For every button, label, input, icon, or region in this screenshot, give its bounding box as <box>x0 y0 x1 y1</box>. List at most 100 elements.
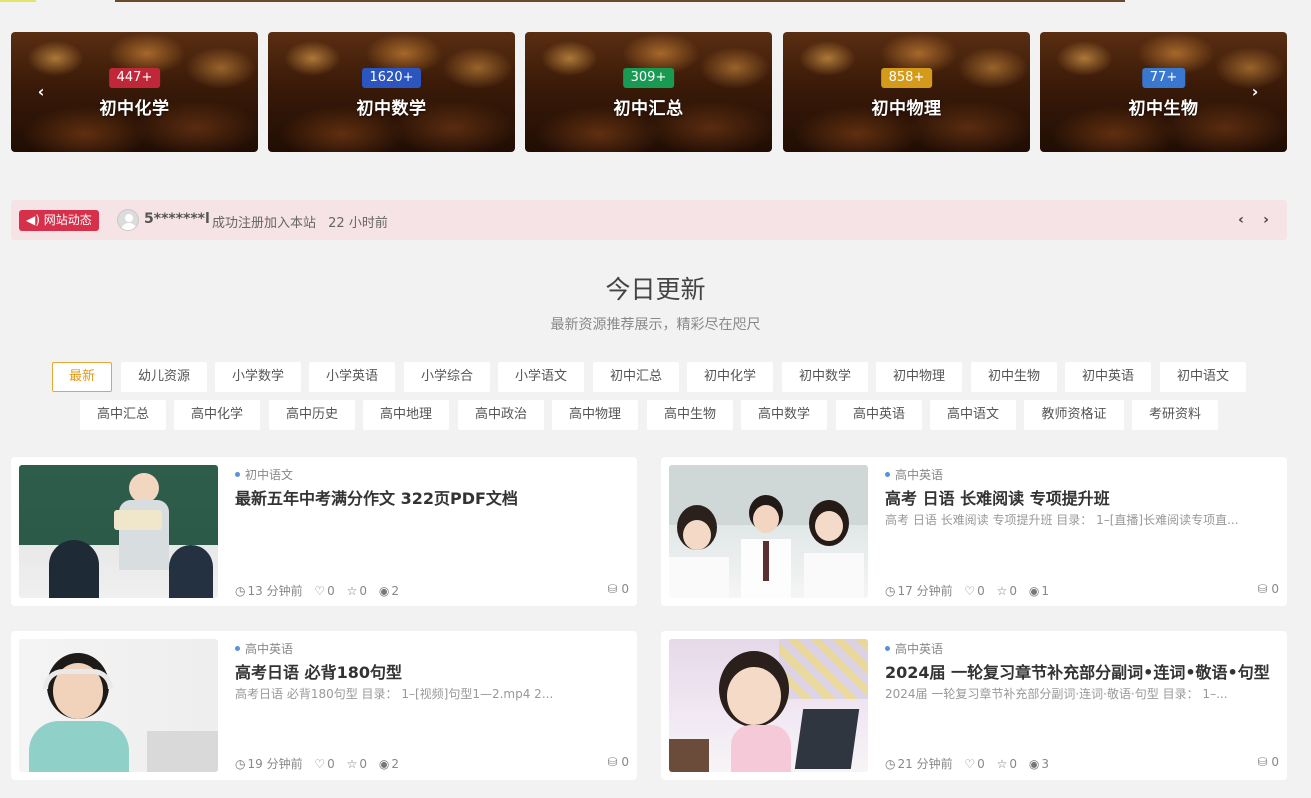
post-meta: ◷ 17 分钟前 ♡ 0 ☆ 0 ◉ 1 <box>885 582 1057 599</box>
tab-junior-summary[interactable]: 初中汇总 <box>593 362 679 392</box>
category-count-badge: 447+ <box>108 68 161 88</box>
tab-senior-biology[interactable]: 高中生物 <box>647 400 733 430</box>
heart-icon[interactable]: ♡ <box>314 757 325 771</box>
carousel-prev-icon[interactable]: ‹ <box>31 82 51 102</box>
post-thumbnail[interactable] <box>669 465 868 598</box>
post-coins: ⛁ 0 <box>607 755 629 769</box>
category-card-math[interactable]: 1620+ 初中数学 <box>268 32 515 152</box>
post-description: 高考 日语 长难阅读 专项提升班 目录： 1–[直播]长难阅读专项直... <box>885 513 1239 527</box>
tab-postgrad[interactable]: 考研资料 <box>1132 400 1218 430</box>
post-coins: ⛁ 0 <box>1257 582 1279 596</box>
post-category[interactable]: 高中英语 <box>885 640 943 657</box>
heart-icon[interactable]: ♡ <box>964 757 975 771</box>
tab-primary-math[interactable]: 小学数学 <box>215 362 301 392</box>
top-banner-edge <box>0 0 1311 3</box>
section-subtitle: 最新资源推荐展示，精彩尽在咫尺 <box>550 317 761 333</box>
tab-latest[interactable]: 最新 <box>52 362 112 392</box>
post-description: 2024届 一轮复习章节补充部分副词·连词·敬语·句型 目录： 1–... <box>885 687 1228 701</box>
post-coin-count: 0 <box>621 755 629 769</box>
category-title: 初中物理 <box>871 99 942 119</box>
tab-junior-chinese[interactable]: 初中语文 <box>1160 362 1246 392</box>
tab-junior-chemistry[interactable]: 初中化学 <box>687 362 773 392</box>
star-icon[interactable]: ☆ <box>997 584 1008 598</box>
category-count-badge: 309+ <box>622 68 675 88</box>
avatar[interactable] <box>117 209 139 231</box>
post-card[interactable]: 高中英语 高考日语 必背180句型 高考日语 必背180句型 目录： 1–[视频… <box>11 631 637 780</box>
post-description: 高考日语 必背180句型 目录： 1–[视频]句型1—2.mp4 2... <box>235 687 554 701</box>
tab-junior-physics[interactable]: 初中物理 <box>876 362 962 392</box>
tab-primary-chinese[interactable]: 小学语文 <box>498 362 584 392</box>
notice-next-icon[interactable]: › <box>1258 210 1274 230</box>
category-count-badge: 858+ <box>880 68 933 88</box>
category-card-summary[interactable]: 309+ 初中汇总 <box>525 32 772 152</box>
post-coins: ⛁ 0 <box>607 582 629 596</box>
post-stars: 0 <box>359 757 368 771</box>
section-title: 今日更新 <box>605 275 706 304</box>
post-likes: 0 <box>327 584 335 598</box>
tab-teacher-cert[interactable]: 教师资格证 <box>1024 400 1124 430</box>
tab-senior-summary[interactable]: 高中汇总 <box>80 400 166 430</box>
post-time: 19 分钟前 <box>247 757 303 771</box>
post-coin-count: 0 <box>1271 582 1279 596</box>
category-count-badge: 77+ <box>1141 68 1186 88</box>
tab-senior-chemistry[interactable]: 高中化学 <box>174 400 260 430</box>
post-card[interactable]: 初中语文 最新五年中考满分作文 322页PDF文档 ◷ 13 分钟前 ♡ 0 ☆ 0 … <box>11 457 637 606</box>
tab-junior-math[interactable]: 初中数学 <box>782 362 868 392</box>
site-activity-tag: ◀) 网站动态 <box>19 210 99 231</box>
category-title: 初中汇总 <box>613 99 684 119</box>
tab-junior-biology[interactable]: 初中生物 <box>971 362 1057 392</box>
coin-icon: ⛁ <box>1257 582 1268 596</box>
clock-icon: ◷ <box>235 757 246 771</box>
notice-username[interactable]: 5*******l <box>144 211 210 227</box>
heart-icon[interactable]: ♡ <box>964 584 975 598</box>
post-title[interactable]: 高考 日语 长难阅读 专项提升班 <box>885 485 1110 509</box>
post-coin-count: 0 <box>621 582 629 596</box>
tab-senior-politics[interactable]: 高中政治 <box>458 400 544 430</box>
post-stars: 0 <box>1009 584 1018 598</box>
category-card-biology[interactable]: 77+ 初中生物 › <box>1040 32 1287 152</box>
notice-time: 22 小时前 <box>328 216 388 231</box>
tab-senior-chinese[interactable]: 高中语文 <box>930 400 1016 430</box>
tab-senior-math[interactable]: 高中数学 <box>741 400 827 430</box>
post-category[interactable]: 高中英语 <box>885 466 943 483</box>
eye-icon: ◉ <box>1028 584 1040 598</box>
heart-icon[interactable]: ♡ <box>314 584 325 598</box>
category-title: 初中数学 <box>356 99 427 119</box>
tab-senior-physics[interactable]: 高中物理 <box>552 400 638 430</box>
post-thumbnail[interactable] <box>19 639 218 772</box>
category-card-physics[interactable]: 858+ 初中物理 <box>783 32 1030 152</box>
clock-icon: ◷ <box>235 584 246 598</box>
post-coins: ⛁ 0 <box>1257 755 1279 769</box>
notice-message: 成功注册加入本站 22 小时前 <box>212 212 396 231</box>
tab-senior-history[interactable]: 高中历史 <box>269 400 355 430</box>
tab-junior-english[interactable]: 初中英语 <box>1065 362 1151 392</box>
category-carousel: 447+ 初中化学 ‹ 1620+ 初中数学 309+ 初中汇总 858+ 初中… <box>11 32 1287 152</box>
post-thumbnail[interactable] <box>669 639 868 772</box>
post-category[interactable]: 初中语文 <box>235 466 293 483</box>
tab-senior-english[interactable]: 高中英语 <box>836 400 922 430</box>
tab-primary-english[interactable]: 小学英语 <box>309 362 395 392</box>
post-views: 2 <box>391 584 399 598</box>
carousel-next-icon[interactable]: › <box>1245 82 1265 102</box>
post-thumbnail[interactable] <box>19 465 218 598</box>
category-count-badge: 1620+ <box>361 68 422 88</box>
star-icon[interactable]: ☆ <box>347 584 358 598</box>
post-meta: ◷ 19 分钟前 ♡ 0 ☆ 0 ◉ 2 <box>235 755 407 772</box>
post-title[interactable]: 最新五年中考满分作文 322页PDF文档 <box>235 485 518 509</box>
post-card[interactable]: 高中英语 高考 日语 长难阅读 专项提升班 高考 日语 长难阅读 专项提升班 目… <box>661 457 1287 606</box>
tab-preschool[interactable]: 幼儿资源 <box>121 362 207 392</box>
post-card[interactable]: 高中英语 2024届 一轮复习章节补充部分副词•连词•敬语•句型 2024届 一… <box>661 631 1287 780</box>
post-time: 13 分钟前 <box>247 584 303 598</box>
star-icon[interactable]: ☆ <box>347 757 358 771</box>
category-card-chemistry[interactable]: 447+ 初中化学 ‹ <box>11 32 258 152</box>
post-stars: 0 <box>359 584 368 598</box>
post-title[interactable]: 2024届 一轮复习章节补充部分副词•连词•敬语•句型 <box>885 659 1270 683</box>
post-category[interactable]: 高中英语 <box>235 640 293 657</box>
clock-icon: ◷ <box>885 757 896 771</box>
tab-primary-general[interactable]: 小学综合 <box>404 362 490 392</box>
post-title[interactable]: 高考日语 必背180句型 <box>235 659 402 683</box>
tab-senior-geography[interactable]: 高中地理 <box>363 400 449 430</box>
star-icon[interactable]: ☆ <box>997 757 1008 771</box>
post-views: 1 <box>1041 584 1049 598</box>
notice-prev-icon[interactable]: ‹ <box>1233 210 1249 230</box>
